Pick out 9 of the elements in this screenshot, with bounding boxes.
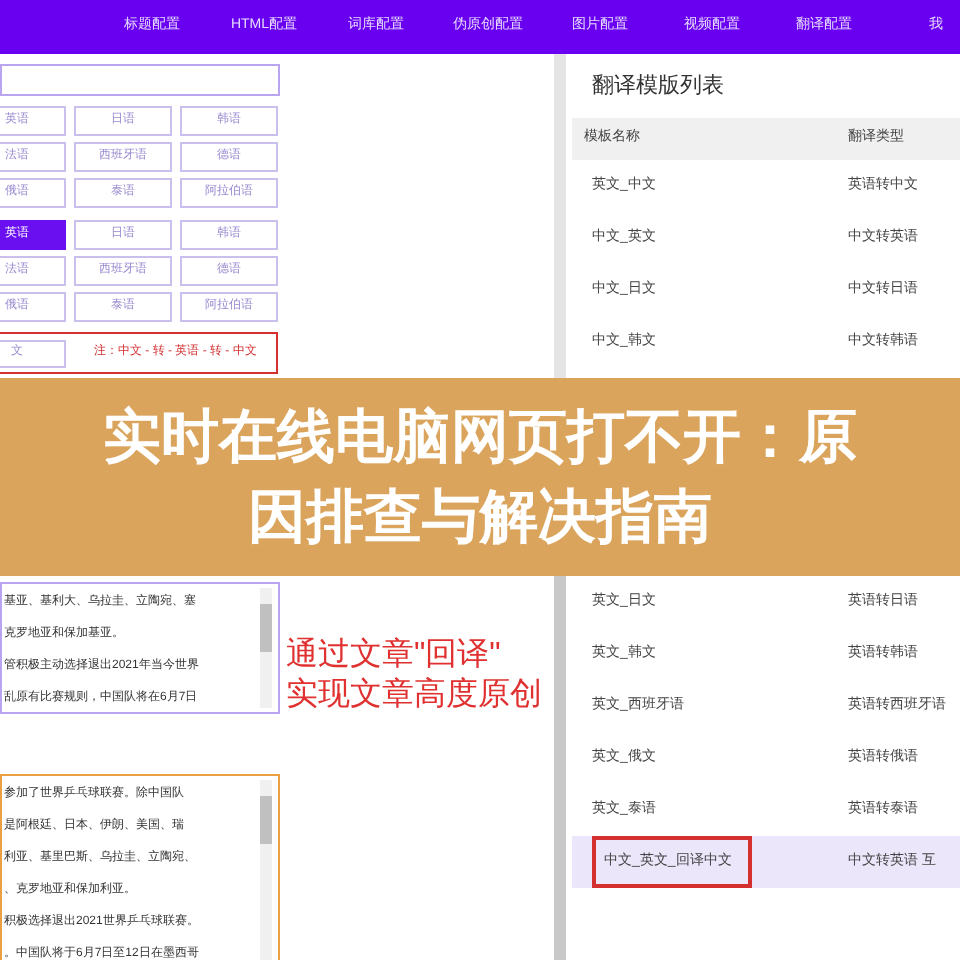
input-field[interactable]	[0, 64, 280, 96]
banner-title: 实时在线电脑网页打不开：原	[103, 403, 857, 473]
callout-text: 通过文章"回译"	[286, 636, 501, 676]
scrollbar[interactable]	[260, 588, 272, 708]
page-scrollbar[interactable]	[554, 576, 566, 960]
callout-text: 实现文章高度原创	[286, 676, 542, 716]
panel-title: 翻译模版列表	[590, 72, 726, 102]
scrollbar[interactable]	[260, 780, 272, 960]
banner-title: 因排查与解决指南	[248, 483, 712, 553]
